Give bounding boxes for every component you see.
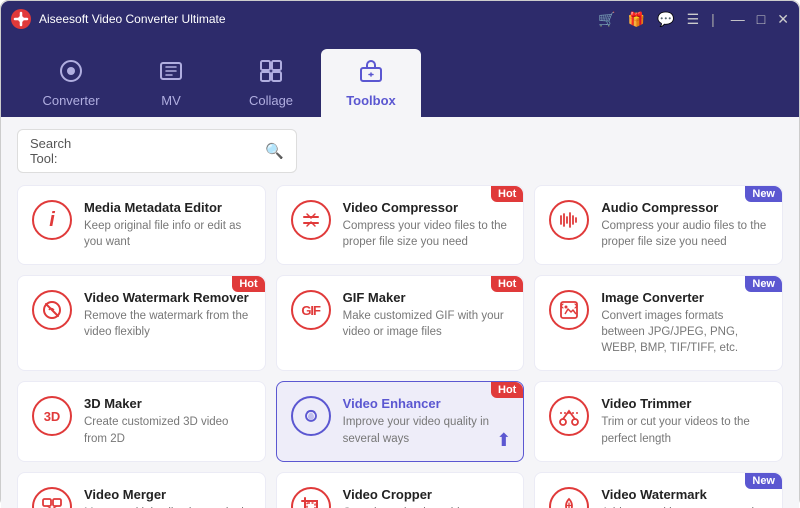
3d-maker-title: 3D Maker — [84, 396, 251, 411]
video-enhancer-icon — [291, 396, 331, 436]
gif-maker-title: GIF Maker — [343, 290, 510, 305]
3d-maker-info: 3D Maker Create customized 3D video from… — [84, 396, 251, 446]
tab-collage-label: Collage — [249, 93, 293, 108]
titlebar: Aiseesoft Video Converter Ultimate 🛒 🎁 💬… — [1, 1, 799, 37]
tool-video-watermark[interactable]: Video Watermark Add text and image water… — [534, 472, 783, 508]
tab-converter[interactable]: Converter — [21, 49, 121, 117]
media-metadata-editor-title: Media Metadata Editor — [84, 200, 251, 215]
video-trimmer-title: Video Trimmer — [601, 396, 768, 411]
video-merger-title: Video Merger — [84, 487, 251, 502]
video-enhancer-info: Video Enhancer Improve your video qualit… — [343, 396, 510, 446]
menu-icon[interactable]: ☰ — [687, 11, 700, 28]
search-label: Search Tool: — [30, 136, 83, 166]
video-watermark-title: Video Watermark — [601, 487, 768, 502]
app-logo — [11, 9, 31, 29]
video-cropper-icon — [291, 487, 331, 508]
close-button[interactable]: ✕ — [777, 11, 789, 28]
video-enhancer-title: Video Enhancer — [343, 396, 510, 411]
gif-maker-badge: Hot — [491, 276, 523, 292]
tool-video-merger[interactable]: Video Merger Merge multiple clips into a… — [17, 472, 266, 508]
image-converter-info: Image Converter Convert images formats b… — [601, 290, 768, 356]
image-converter-desc: Convert images formats between JPG/JPEG,… — [601, 308, 768, 356]
video-compressor-desc: Compress your video files to the proper … — [343, 218, 510, 250]
video-compressor-badge: Hot — [491, 186, 523, 202]
video-merger-icon — [32, 487, 72, 508]
gif-maker-desc: Make customized GIF with your video or i… — [343, 308, 510, 340]
video-cropper-info: Video Cropper Crop the redundant video f… — [343, 487, 510, 508]
tab-converter-label: Converter — [42, 93, 99, 108]
tools-grid: i Media Metadata Editor Keep original fi… — [17, 185, 783, 508]
toolbox-icon — [359, 59, 383, 89]
video-watermark-info: Video Watermark Add text and image water… — [601, 487, 768, 508]
audio-compressor-title: Audio Compressor — [601, 200, 768, 215]
video-cropper-title: Video Cropper — [343, 487, 510, 502]
tool-media-metadata-editor[interactable]: i Media Metadata Editor Keep original fi… — [17, 185, 266, 265]
video-enhancer-badge: Hot — [491, 382, 523, 398]
tool-video-enhancer[interactable]: Video Enhancer Improve your video qualit… — [276, 381, 525, 461]
video-cropper-desc: Crop the redundant video footage — [343, 505, 510, 508]
search-icon: 🔍 — [265, 142, 284, 160]
audio-compressor-desc: Compress your audio files to the proper … — [601, 218, 768, 250]
tool-video-compressor[interactable]: Video Compressor Compress your video fil… — [276, 185, 525, 265]
tool-gif-maker[interactable]: GIF GIF Maker Make customized GIF with y… — [276, 275, 525, 371]
cart-icon[interactable]: 🛒 — [598, 11, 615, 28]
video-watermark-remover-icon — [32, 290, 72, 330]
video-compressor-icon — [291, 200, 331, 240]
tab-toolbox[interactable]: Toolbox — [321, 49, 421, 117]
tab-mv[interactable]: MV — [121, 49, 221, 117]
gif-maker-icon: GIF — [291, 290, 331, 330]
video-watermark-remover-badge: Hot — [232, 276, 264, 292]
video-trimmer-info: Video Trimmer Trim or cut your videos to… — [601, 396, 768, 446]
video-compressor-title: Video Compressor — [343, 200, 510, 215]
search-bar: Search Tool: 🔍 — [17, 129, 297, 173]
3d-maker-desc: Create customized 3D video from 2D — [84, 414, 251, 446]
video-watermark-icon — [549, 487, 589, 508]
image-converter-title: Image Converter — [601, 290, 768, 305]
media-metadata-editor-desc: Keep original file info or edit as you w… — [84, 218, 251, 250]
tool-video-watermark-remover[interactable]: Video Watermark Remover Remove the water… — [17, 275, 266, 371]
media-metadata-editor-info: Media Metadata Editor Keep original file… — [84, 200, 251, 250]
gif-maker-info: GIF Maker Make customized GIF with your … — [343, 290, 510, 340]
window-controls: 🛒 🎁 💬 ☰ | — □ ✕ — [594, 11, 789, 28]
nav-tabs: Converter MV Collage — [1, 37, 799, 117]
maximize-button[interactable]: □ — [757, 11, 765, 27]
video-watermark-remover-title: Video Watermark Remover — [84, 290, 251, 305]
audio-compressor-info: Audio Compressor Compress your audio fil… — [601, 200, 768, 250]
3d-maker-icon: 3D — [32, 396, 72, 436]
tool-video-trimmer[interactable]: Video Trimmer Trim or cut your videos to… — [534, 381, 783, 461]
video-trimmer-desc: Trim or cut your videos to the perfect l… — [601, 414, 768, 446]
upload-icon: ⬆ — [496, 430, 511, 451]
tool-image-converter[interactable]: Image Converter Convert images formats b… — [534, 275, 783, 371]
gift-icon[interactable]: 🎁 — [628, 11, 645, 28]
tab-toolbox-label: Toolbox — [346, 93, 396, 108]
search-input[interactable] — [89, 144, 265, 159]
video-watermark-badge: New — [745, 473, 782, 489]
video-merger-info: Video Merger Merge multiple clips into a… — [84, 487, 251, 508]
converter-icon — [59, 59, 83, 89]
main-content: Search Tool: 🔍 i Media Metadata Editor K… — [1, 117, 799, 508]
video-merger-desc: Merge multiple clips into a single piece — [84, 505, 251, 508]
tool-3d-maker[interactable]: 3D 3D Maker Create customized 3D video f… — [17, 381, 266, 461]
app-title: Aiseesoft Video Converter Ultimate — [39, 12, 594, 26]
audio-compressor-icon — [549, 200, 589, 240]
video-compressor-info: Video Compressor Compress your video fil… — [343, 200, 510, 250]
video-trimmer-icon — [549, 396, 589, 436]
collage-icon — [259, 59, 283, 89]
chat-icon[interactable]: 💬 — [657, 11, 674, 28]
tool-audio-compressor[interactable]: Audio Compressor Compress your audio fil… — [534, 185, 783, 265]
image-converter-icon — [549, 290, 589, 330]
video-watermark-remover-desc: Remove the watermark from the video flex… — [84, 308, 251, 340]
video-watermark-remover-info: Video Watermark Remover Remove the water… — [84, 290, 251, 340]
tab-mv-label: MV — [161, 93, 181, 108]
minimize-button[interactable]: — — [731, 11, 745, 27]
image-converter-badge: New — [745, 276, 782, 292]
media-metadata-editor-icon: i — [32, 200, 72, 240]
audio-compressor-badge: New — [745, 186, 782, 202]
tool-video-cropper[interactable]: Video Cropper Crop the redundant video f… — [276, 472, 525, 508]
video-watermark-desc: Add text and image watermark to the vide… — [601, 505, 768, 508]
tab-collage[interactable]: Collage — [221, 49, 321, 117]
mv-icon — [159, 59, 183, 89]
video-enhancer-desc: Improve your video quality in several wa… — [343, 414, 510, 446]
